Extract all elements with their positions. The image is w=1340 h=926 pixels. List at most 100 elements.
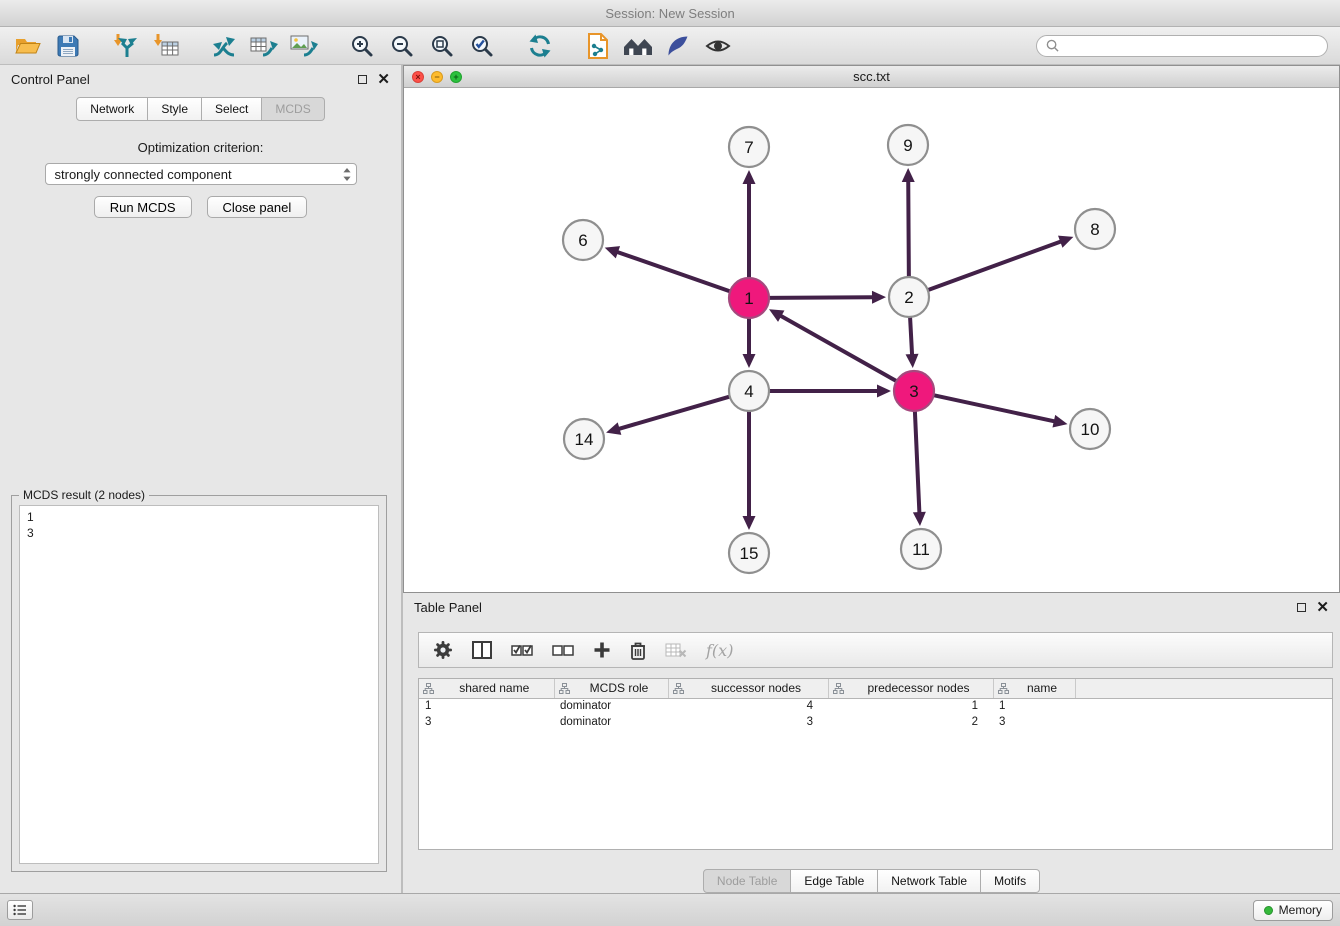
table-cell[interactable]: dominator xyxy=(554,698,668,714)
graph-edge[interactable] xyxy=(743,411,756,530)
tab-network-table[interactable]: Network Table xyxy=(878,869,981,893)
tab-style[interactable]: Style xyxy=(148,97,202,121)
tab-select[interactable]: Select xyxy=(202,97,262,121)
function-builder-button[interactable]: f(x) xyxy=(706,641,733,660)
mcds-result-title: MCDS result (2 nodes) xyxy=(19,488,149,502)
columns-icon xyxy=(472,641,492,659)
column-header-MCDS-role[interactable]: MCDS role xyxy=(554,679,668,698)
column-header-shared-name[interactable]: shared name xyxy=(419,679,554,698)
graph-edge[interactable] xyxy=(743,318,756,368)
tab-edge-table[interactable]: Edge Table xyxy=(791,869,878,893)
graph-edge[interactable] xyxy=(902,168,915,277)
table-cell[interactable]: 3 xyxy=(993,714,1075,730)
network-canvas[interactable]: 7 9 6 8 1 2 4 3 14 10 15 11 xyxy=(404,88,1337,592)
tab-motifs[interactable]: Motifs xyxy=(981,869,1040,893)
close-panel-icon[interactable]: ✕ xyxy=(377,72,390,87)
mcds-result-list[interactable]: 13 xyxy=(19,505,379,864)
table-cell[interactable]: 4 xyxy=(668,698,828,714)
window-close-button[interactable]: × xyxy=(412,71,424,83)
tab-mcds[interactable]: MCDS xyxy=(262,97,324,121)
table-cell[interactable]: 2 xyxy=(828,714,993,730)
graph-node[interactable]: 6 xyxy=(563,220,603,260)
run-mcds-button[interactable]: Run MCDS xyxy=(94,196,192,218)
zoom-fit-button[interactable] xyxy=(426,31,458,61)
window-minimize-button[interactable]: − xyxy=(431,71,443,83)
select-all-button[interactable] xyxy=(511,642,533,658)
graph-node[interactable]: 7 xyxy=(729,127,769,167)
home-button[interactable] xyxy=(622,31,654,61)
close-panel-button[interactable]: Close panel xyxy=(207,196,308,218)
float-panel-icon[interactable] xyxy=(358,75,367,84)
graph-node[interactable]: 3 xyxy=(894,371,934,411)
table-panel-title: Table Panel xyxy=(414,600,482,615)
style-button[interactable] xyxy=(662,31,694,61)
column-header-successor-nodes[interactable]: successor nodes xyxy=(668,679,828,698)
network-from-table-button[interactable] xyxy=(248,31,280,61)
clone-network-icon xyxy=(586,33,610,59)
graph-node[interactable]: 15 xyxy=(729,533,769,573)
window-zoom-button[interactable]: + xyxy=(450,71,462,83)
new-network-button[interactable] xyxy=(208,31,240,61)
clone-network-button[interactable] xyxy=(582,31,614,61)
add-row-button[interactable] xyxy=(593,641,611,659)
deselect-all-button[interactable] xyxy=(552,642,574,658)
graph-node[interactable]: 14 xyxy=(564,419,604,459)
graph-node[interactable]: 2 xyxy=(889,277,929,317)
delete-row-button[interactable] xyxy=(630,641,646,660)
column-header-predecessor-nodes[interactable]: predecessor nodes xyxy=(828,679,993,698)
show-columns-button[interactable] xyxy=(472,641,492,659)
graph-node[interactable]: 1 xyxy=(729,278,769,318)
graph-edge[interactable] xyxy=(928,236,1074,291)
export-image-button[interactable] xyxy=(288,31,320,61)
table-cell[interactable]: 3 xyxy=(419,714,554,730)
import-network-file-button[interactable] xyxy=(110,31,142,61)
column-header-name[interactable]: name xyxy=(993,679,1075,698)
delete-table-button[interactable] xyxy=(665,642,687,658)
open-session-button[interactable] xyxy=(12,31,44,61)
memory-button[interactable]: Memory xyxy=(1253,900,1333,921)
panel-list-button[interactable] xyxy=(7,900,33,920)
save-session-button[interactable] xyxy=(52,31,84,61)
optimization-dropdown[interactable]: strongly connected component xyxy=(45,163,357,185)
graph-edge[interactable] xyxy=(769,385,891,398)
graph-edge[interactable] xyxy=(769,291,886,304)
graph-edge[interactable] xyxy=(934,395,1068,427)
graph-edge[interactable] xyxy=(743,170,756,278)
table-cell[interactable]: dominator xyxy=(554,714,668,730)
graph-node[interactable]: 10 xyxy=(1070,409,1110,449)
float-table-panel-icon[interactable] xyxy=(1297,603,1306,612)
control-panel-header: Control Panel ✕ xyxy=(0,65,401,93)
refresh-view-button[interactable] xyxy=(524,31,556,61)
graph-edge[interactable] xyxy=(605,246,730,291)
table-settings-button[interactable] xyxy=(433,640,453,660)
show-hide-button[interactable] xyxy=(702,31,734,61)
search-box xyxy=(1036,35,1328,57)
graph-node[interactable]: 11 xyxy=(901,529,941,569)
mcds-result-item[interactable]: 1 xyxy=(27,509,371,525)
import-table-file-button[interactable] xyxy=(150,31,182,61)
zoom-out-button[interactable] xyxy=(386,31,418,61)
tab-network[interactable]: Network xyxy=(76,97,148,121)
table-cell[interactable]: 1 xyxy=(993,698,1075,714)
table-cell[interactable]: 1 xyxy=(419,698,554,714)
graph-edge[interactable] xyxy=(906,317,919,368)
table-cell[interactable]: 3 xyxy=(668,714,828,730)
zoom-selected-button[interactable] xyxy=(466,31,498,61)
search-input[interactable] xyxy=(1064,39,1318,53)
graph-edge[interactable] xyxy=(769,309,897,381)
close-table-panel-icon[interactable]: ✕ xyxy=(1316,600,1329,615)
graph-edge[interactable] xyxy=(606,397,730,435)
list-icon xyxy=(13,904,27,916)
table-cell[interactable]: 1 xyxy=(828,698,993,714)
graph-node[interactable]: 8 xyxy=(1075,209,1115,249)
window-title: Session: New Session xyxy=(605,6,734,21)
table-row[interactable]: 3dominator323 xyxy=(419,714,1332,730)
graph-node[interactable]: 4 xyxy=(729,371,769,411)
table-row[interactable]: 1dominator411 xyxy=(419,698,1332,714)
graph-node[interactable]: 9 xyxy=(888,125,928,165)
graph-edge[interactable] xyxy=(913,411,926,526)
mcds-result-item[interactable]: 3 xyxy=(27,525,371,541)
svg-text:15: 15 xyxy=(740,544,759,563)
tab-node-table[interactable]: Node Table xyxy=(703,869,792,893)
zoom-in-button[interactable] xyxy=(346,31,378,61)
